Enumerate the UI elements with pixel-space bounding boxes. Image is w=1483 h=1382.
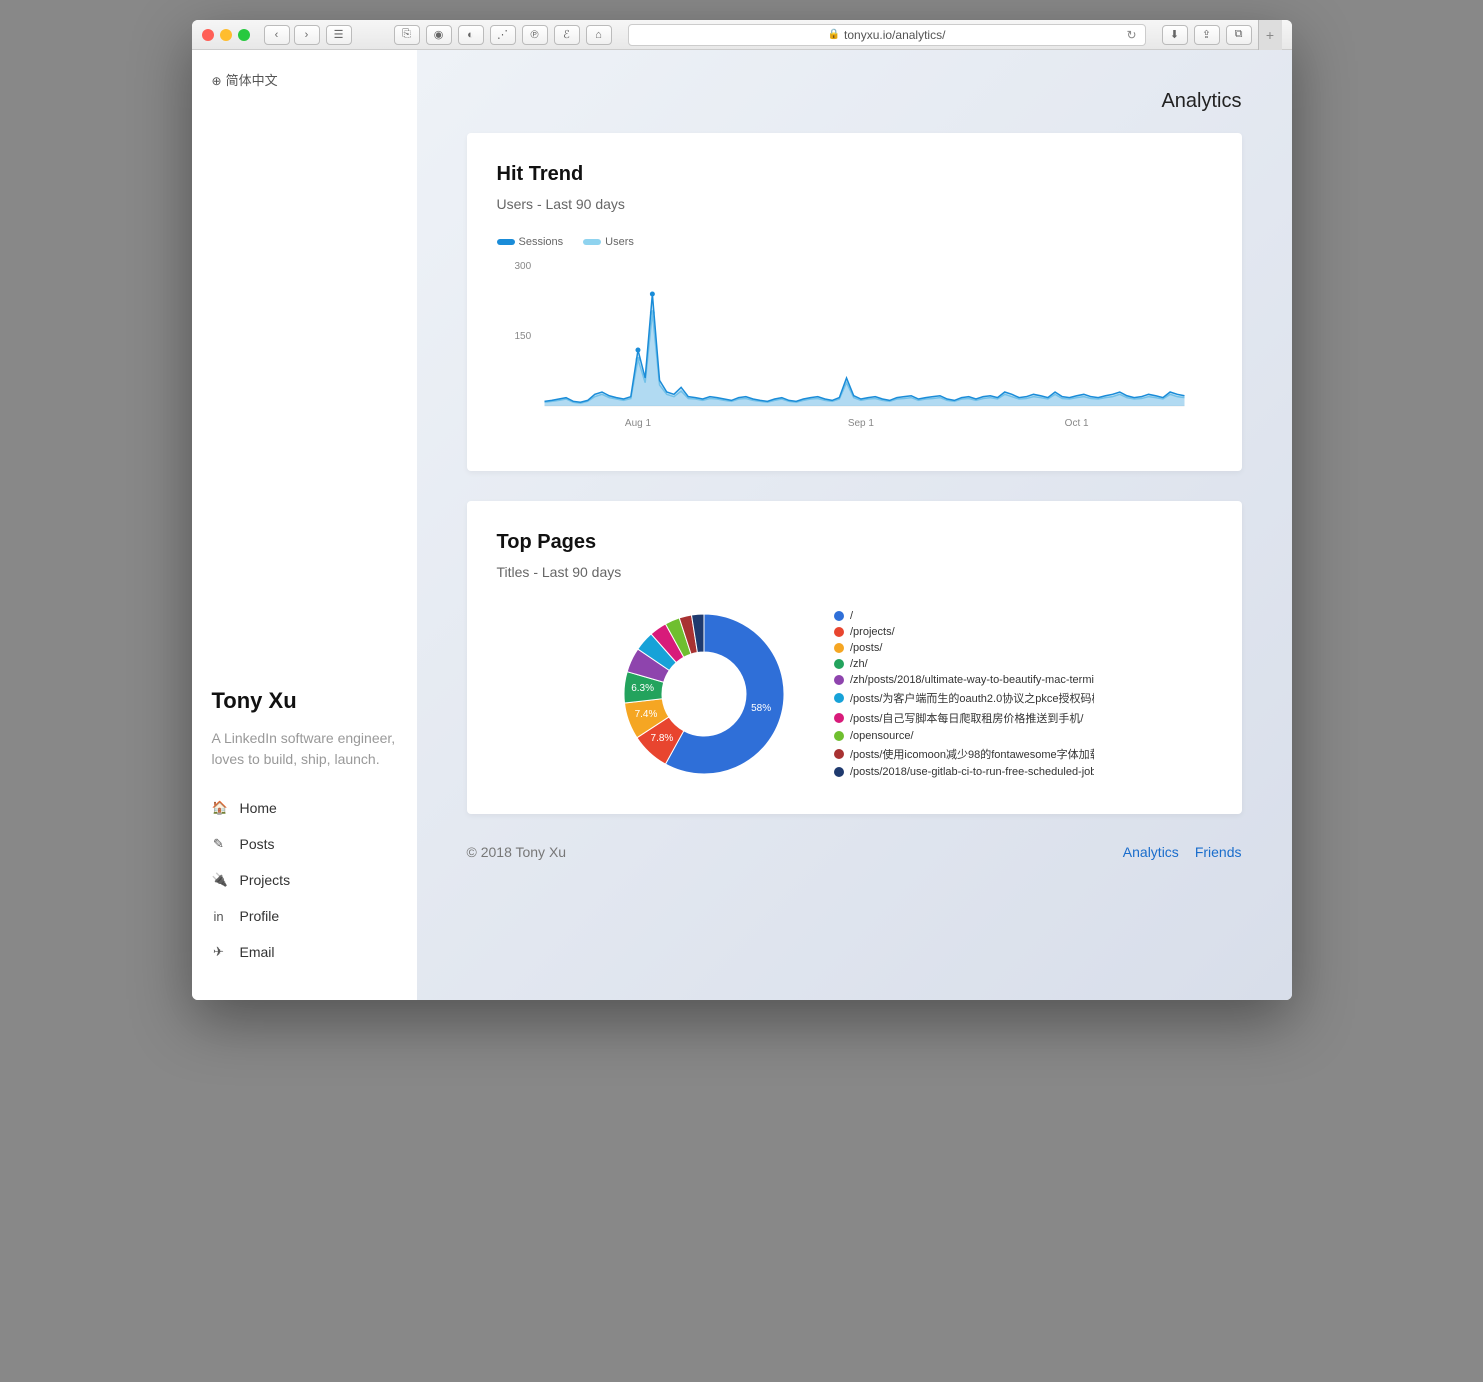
tabs-button[interactable]: ⧉ xyxy=(1226,25,1252,45)
pie-legend-label: /posts/为客户端而生的oauth2.0协议之pkce授权码模式/ xyxy=(850,690,1094,706)
nav-item-home[interactable]: 🏠 Home xyxy=(212,790,397,826)
svg-text:Oct 1: Oct 1 xyxy=(1064,418,1088,429)
pie-legend-item[interactable]: /posts/自己写脚本每日爬取租房价格推送到手机/ xyxy=(834,708,1094,728)
nav-label: Projects xyxy=(240,872,291,888)
pie-legend-item[interactable]: /posts/使用icomoon减少98的fontawesome字体加载体积/ xyxy=(834,744,1094,764)
nav-item-profile[interactable]: in Profile xyxy=(212,898,397,934)
donut-chart: 58% 7.8% 7.4% 6.3% xyxy=(614,604,794,784)
send-icon: ✈ xyxy=(212,944,226,960)
pie-legend-label: / xyxy=(850,610,853,622)
svg-text:150: 150 xyxy=(514,331,531,342)
pie-legend-item[interactable]: /projects/ xyxy=(834,624,1094,640)
pie-legend-item[interactable]: /posts/为客户端而生的oauth2.0协议之pkce授权码模式/ xyxy=(834,688,1094,708)
share-button[interactable]: ⇪ xyxy=(1194,25,1220,45)
pie-legend-label: /posts/2018/use-gitlab-ci-to-run-free-sc… xyxy=(850,766,1094,778)
slice-label: 6.3% xyxy=(631,683,654,694)
browser-titlebar: ‹ › ☰ ⎘ ◉ ◐ ⋰ ℗ ℰ ⌂ 🔒 tonyxu.io/analytic… xyxy=(192,20,1292,50)
footer-link-friends[interactable]: Friends xyxy=(1195,844,1242,860)
svg-text:Aug 1: Aug 1 xyxy=(624,418,651,429)
sidebar-toggle-button[interactable]: ☰ xyxy=(326,25,352,45)
linkedin-icon: in xyxy=(212,909,226,924)
footer: © 2018 Tony Xu Analytics Friends xyxy=(417,844,1292,860)
home-button[interactable]: ⌂ xyxy=(586,25,612,45)
pie-legend-label: /zh/posts/2018/ultimate-way-to-beautify-… xyxy=(850,674,1094,686)
nav-label: Posts xyxy=(240,836,275,852)
profile-bio: A LinkedIn software engineer, loves to b… xyxy=(212,728,397,770)
window-close-icon[interactable] xyxy=(202,29,214,41)
line-chart: 150 300 Aug 1 Sep 1 Oct 1 xyxy=(497,256,1212,436)
nav-label: Email xyxy=(240,944,275,960)
pie-legend-label: /projects/ xyxy=(850,626,895,638)
svg-text:Sep 1: Sep 1 xyxy=(847,418,874,429)
nav-item-projects[interactable]: 🔌 Projects xyxy=(212,862,397,898)
page-title: Analytics xyxy=(417,50,1292,133)
pie-legend-label: /zh/ xyxy=(850,658,868,670)
slice-label: 58% xyxy=(751,703,771,714)
top-pages-card: Top Pages Titles - Last 90 days 58% 7.8% 7… xyxy=(467,501,1242,814)
nav-item-posts[interactable]: ✎ Posts xyxy=(212,826,397,862)
main-content: Analytics Hit Trend Users - Last 90 days… xyxy=(417,50,1292,1000)
back-button[interactable]: ‹ xyxy=(264,25,290,45)
home-icon: 🏠 xyxy=(212,800,226,816)
footer-link-analytics[interactable]: Analytics xyxy=(1123,844,1179,860)
hit-trend-subtitle: Users - Last 90 days xyxy=(497,196,1212,212)
svg-text:300: 300 xyxy=(514,261,531,272)
top-pages-subtitle: Titles - Last 90 days xyxy=(497,564,1212,580)
url-text: tonyxu.io/analytics/ xyxy=(844,28,945,42)
pie-legend-label: /opensource/ xyxy=(850,730,914,742)
profile-name: Tony Xu xyxy=(212,688,397,714)
pinterest-button[interactable]: ℗ xyxy=(522,25,548,45)
reader-button[interactable]: ⎘ xyxy=(394,25,420,45)
legend-item[interactable]: Users xyxy=(583,236,634,248)
pie-legend-label: /posts/使用icomoon减少98的fontawesome字体加载体积/ xyxy=(850,746,1094,762)
slice-label: 7.4% xyxy=(635,709,658,720)
lock-icon: 🔒 xyxy=(828,29,840,40)
legend-item[interactable]: Sessions xyxy=(497,236,564,248)
pie-legend-item[interactable]: /posts/ xyxy=(834,640,1094,656)
ext-button-1[interactable]: ◉ xyxy=(426,25,452,45)
sidebar: 简体中文 Tony Xu A LinkedIn software enginee… xyxy=(192,50,417,1000)
window-minimize-icon[interactable] xyxy=(220,29,232,41)
pie-legend-item[interactable]: / xyxy=(834,608,1094,624)
nav-label: Home xyxy=(240,800,277,816)
pie-legend-item[interactable]: /zh/ xyxy=(834,656,1094,672)
line-chart-legend: Sessions Users xyxy=(497,236,1212,248)
pie-legend-item[interactable]: /zh/posts/2018/ultimate-way-to-beautify-… xyxy=(834,672,1094,688)
pie-legend-item[interactable]: /posts/2018/use-gitlab-ci-to-run-free-sc… xyxy=(834,764,1094,780)
plug-icon: 🔌 xyxy=(212,872,226,888)
copyright: © 2018 Tony Xu xyxy=(467,844,567,860)
top-pages-title: Top Pages xyxy=(497,531,1212,554)
ext-button-2[interactable]: ◐ xyxy=(458,25,484,45)
rss-button[interactable]: ⋰ xyxy=(490,25,516,45)
nav-label: Profile xyxy=(240,908,280,924)
reload-icon[interactable]: ↻ xyxy=(1126,28,1136,42)
url-bar[interactable]: 🔒 tonyxu.io/analytics/ ↻ xyxy=(628,24,1146,46)
slice-label: 7.8% xyxy=(651,733,674,744)
evernote-button[interactable]: ℰ xyxy=(554,25,580,45)
forward-button[interactable]: › xyxy=(294,25,320,45)
pencil-icon: ✎ xyxy=(212,836,226,852)
hit-trend-title: Hit Trend xyxy=(497,163,1212,186)
new-tab-button[interactable]: + xyxy=(1258,20,1282,50)
window-zoom-icon[interactable] xyxy=(238,29,250,41)
downloads-button[interactable]: ⬇ xyxy=(1162,25,1188,45)
language-switch[interactable]: 简体中文 xyxy=(212,70,397,89)
pie-legend: / /projects/ /posts/ /zh/ /zh/posts/2018/ult… xyxy=(834,608,1094,780)
pie-legend-item[interactable]: /opensource/ xyxy=(834,728,1094,744)
pie-legend-label: /posts/自己写脚本每日爬取租房价格推送到手机/ xyxy=(850,710,1083,726)
pie-legend-label: /posts/ xyxy=(850,642,882,654)
hit-trend-card: Hit Trend Users - Last 90 days Sessions U… xyxy=(467,133,1242,471)
nav-item-email[interactable]: ✈ Email xyxy=(212,934,397,970)
